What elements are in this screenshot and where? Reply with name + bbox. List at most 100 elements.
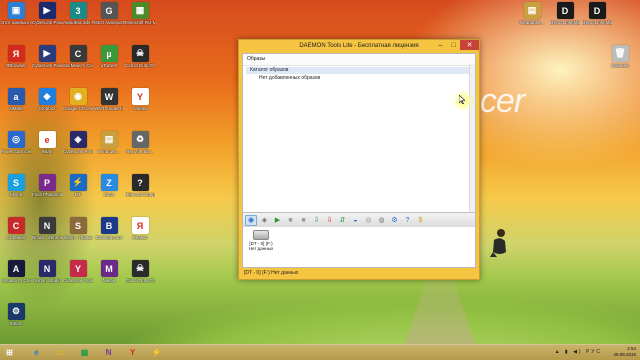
desktop-icon[interactable]: ▦Minecraft RU-M.org — [125, 2, 155, 36]
clock-date: 29.08.2015 — [613, 352, 636, 357]
desktop-icon[interactable]: W WarThunder III — [94, 88, 124, 122]
desktop-icon[interactable]: DDying Light Manual — [550, 2, 580, 36]
unmount-all-button[interactable]: ■ — [298, 215, 309, 225]
desktop-icon[interactable]: S Skype — [1, 174, 31, 208]
desktop-icon[interactable]: ?Help and Support — [125, 174, 155, 208]
desktop-icon[interactable]: ☠Call of Duty Ghosts — [125, 45, 155, 79]
disc-icon[interactable]: ◍ — [376, 215, 387, 225]
desktop-icon-label: Help and Support — [125, 192, 155, 197]
desktop-icon-label: Foxit PhantomPDF — [32, 192, 62, 197]
desktop-icon[interactable]: CSid Meier's Civilization... — [63, 45, 93, 79]
desktop-icon[interactable]: Y Yandex — [125, 88, 155, 122]
app-icon: ☠ — [131, 260, 149, 277]
taskbar-clock[interactable]: 2:54 29.08.2015 — [613, 346, 636, 358]
desktop-icon[interactable]: N Norton Studio — [32, 260, 62, 294]
desktop-icon-label: Google Chrome — [63, 106, 93, 111]
app-icon: ▤ — [100, 131, 118, 148]
mount-button[interactable]: ▶ — [272, 215, 283, 225]
desktop-icon[interactable]: PFoxit PhantomPDF — [32, 174, 62, 208]
buy-button[interactable]: $ — [415, 215, 426, 225]
window-client: Образы Каталог образов Нет добавленных о… — [242, 53, 476, 268]
stop-button[interactable]: ■ — [285, 215, 296, 225]
desktop-icon[interactable]: a aiMate — [1, 88, 31, 122]
maximize-button[interactable]: □ — [447, 40, 460, 50]
desktop-icon[interactable]: ◈CyberLink PhotoDirec... — [63, 131, 93, 165]
taskbar-explorer-button[interactable]: ▭ — [54, 347, 67, 358]
desktop-icon[interactable]: GGEO Autosport... — [94, 2, 124, 36]
desktop-icon[interactable]: ▤ Windows... — [94, 131, 124, 165]
desktop-icon-label: Recycle Bin... — [126, 149, 154, 154]
desktop-icon-label: Skype — [9, 192, 23, 197]
desktop-icon-label: Nmap - Zenmap GUI — [32, 235, 62, 240]
desktop-icon[interactable]: µ uTorrent — [94, 45, 124, 79]
grab-image-button[interactable]: ⇩ — [311, 215, 322, 225]
desktop-icon[interactable]: B Booking.com — [94, 217, 124, 251]
app-icon: Y — [69, 260, 87, 277]
desktop-icon[interactable]: NNmap - Zenmap GUI — [32, 217, 62, 251]
add-images-button[interactable]: ◈ — [259, 215, 270, 225]
image-catalog-item[interactable]: Каталог образов — [246, 67, 472, 74]
virtual-drive[interactable]: [DT - 0] (F:) Нет данных — [246, 230, 276, 251]
desktop-icon[interactable]: AAssassin's Creed — [1, 260, 31, 294]
catalog-scrollbar[interactable] — [469, 64, 475, 214]
burn-button[interactable]: ◒ — [350, 215, 361, 225]
desktop-icon-label: Dying Light Manual — [550, 20, 580, 25]
app-icon: Я — [131, 217, 149, 234]
taskbar-onenote-button[interactable]: N — [102, 347, 115, 358]
taskbar: ⊞ e ▭ ▦ N Y ⚡ ▲ ▮ ◀) РУС 2:54 29.08.2015 — [0, 344, 640, 360]
desktop-icon-label: aiMate — [9, 106, 23, 111]
daemon-tools-window[interactable]: DAEMON Tools Lite - Бесплатная лицензия … — [238, 39, 480, 280]
minimize-button[interactable]: – — [434, 40, 447, 50]
desktop-icon[interactable]: ◉ Google Chrome — [63, 88, 93, 122]
app-icon: C — [7, 217, 25, 234]
desktop-icon[interactable]: YCyberLink YouCam — [63, 260, 93, 294]
write-image-button[interactable]: ⇩ — [324, 215, 335, 225]
app-icon: ◆ — [38, 88, 56, 105]
add-image-button[interactable]: ◉ — [245, 214, 257, 226]
app-icon: ⚡ — [69, 174, 87, 191]
input-language[interactable]: РУС — [586, 349, 602, 355]
desktop-icon[interactable]: ⚡ DT — [63, 174, 93, 208]
desktop-icon-label: WarThunder III — [94, 106, 124, 111]
system-tray-icons[interactable]: ▲ ▮ ◀) РУС — [555, 349, 602, 355]
desktop-icon[interactable]: ⚙ Steam — [1, 303, 31, 337]
desktop-icon[interactable]: ◆ Dropbox — [32, 88, 62, 122]
desktop-icon[interactable]: ♻ Recycle Bin... — [125, 131, 155, 165]
desktop-icon[interactable]: Я ЯBrowser — [1, 45, 31, 79]
desktop-icon[interactable]: 3Autodesk 3ds Max 2010 3... — [63, 2, 93, 36]
desktop-icon-label: CyberLink PowerDirec... — [32, 63, 62, 68]
help-button[interactable]: ? — [402, 215, 413, 225]
main-toolbar: ◉ ◈ ▶ ■ ■ ⇩ ⇩ ⇵ ◒ ◎ ◍ ⚙ ? $ — [243, 212, 475, 228]
desktop-icon[interactable]: C CCleaner — [1, 217, 31, 251]
app-icon: S — [69, 217, 87, 234]
desktop-icon[interactable]: DDying Light Manual — [582, 2, 612, 36]
desktop-icon[interactable]: ▣Этот компьютер — [1, 2, 31, 36]
taskbar-start-button[interactable]: ⊞ — [3, 347, 16, 358]
desktop-icon[interactable]: 🗑 Корзина — [605, 45, 635, 79]
desktop-icon-label: uTorrent — [100, 63, 118, 68]
desktop-icon[interactable]: ☠Call of Duty Ghosts — [125, 260, 155, 294]
taskbar-yandex-button[interactable]: Y — [126, 347, 139, 358]
close-button[interactable]: ✕ — [460, 40, 479, 50]
taskbar-store-button[interactable]: ▦ — [78, 347, 91, 358]
desktop-icon[interactable]: Z Zona — [94, 174, 124, 208]
desktop-icon[interactable]: Ssamp - Ярлык — [63, 217, 93, 251]
app-icon: S — [7, 174, 25, 191]
taskbar-daemon-button[interactable]: ⚡ — [150, 347, 163, 358]
desktop-icon[interactable]: ▶CyberLink PowerDirec... — [32, 45, 62, 79]
app-icon: Z — [100, 174, 118, 191]
settings-button[interactable]: ⚙ — [389, 215, 400, 225]
desktop-icon[interactable]: M Media — [94, 260, 124, 294]
disc-copy-button[interactable]: ◎ — [363, 215, 374, 225]
desktop-icon[interactable]: ▶CyberLink Power Med... — [32, 2, 62, 36]
app-icon: ◉ — [69, 88, 87, 105]
desktop-icon-label: Autodesk 3ds Max 2010 3... — [63, 20, 93, 25]
convert-image-button[interactable]: ⇵ — [337, 215, 348, 225]
taskbar-ie-button[interactable]: e — [30, 347, 43, 358]
desktop-icon[interactable]: Я Яндекс — [125, 217, 155, 251]
window-titlebar[interactable]: DAEMON Tools Lite - Бесплатная лицензия … — [239, 40, 479, 53]
desktop-icon[interactable]: ◎PowerCam Center — [1, 131, 31, 165]
desktop-icon[interactable]: ▤ Nedbanke... — [517, 2, 547, 36]
desktop-icon[interactable]: e eBay — [32, 131, 62, 165]
desktop-icon-label: Call of Duty Ghosts — [125, 278, 155, 283]
